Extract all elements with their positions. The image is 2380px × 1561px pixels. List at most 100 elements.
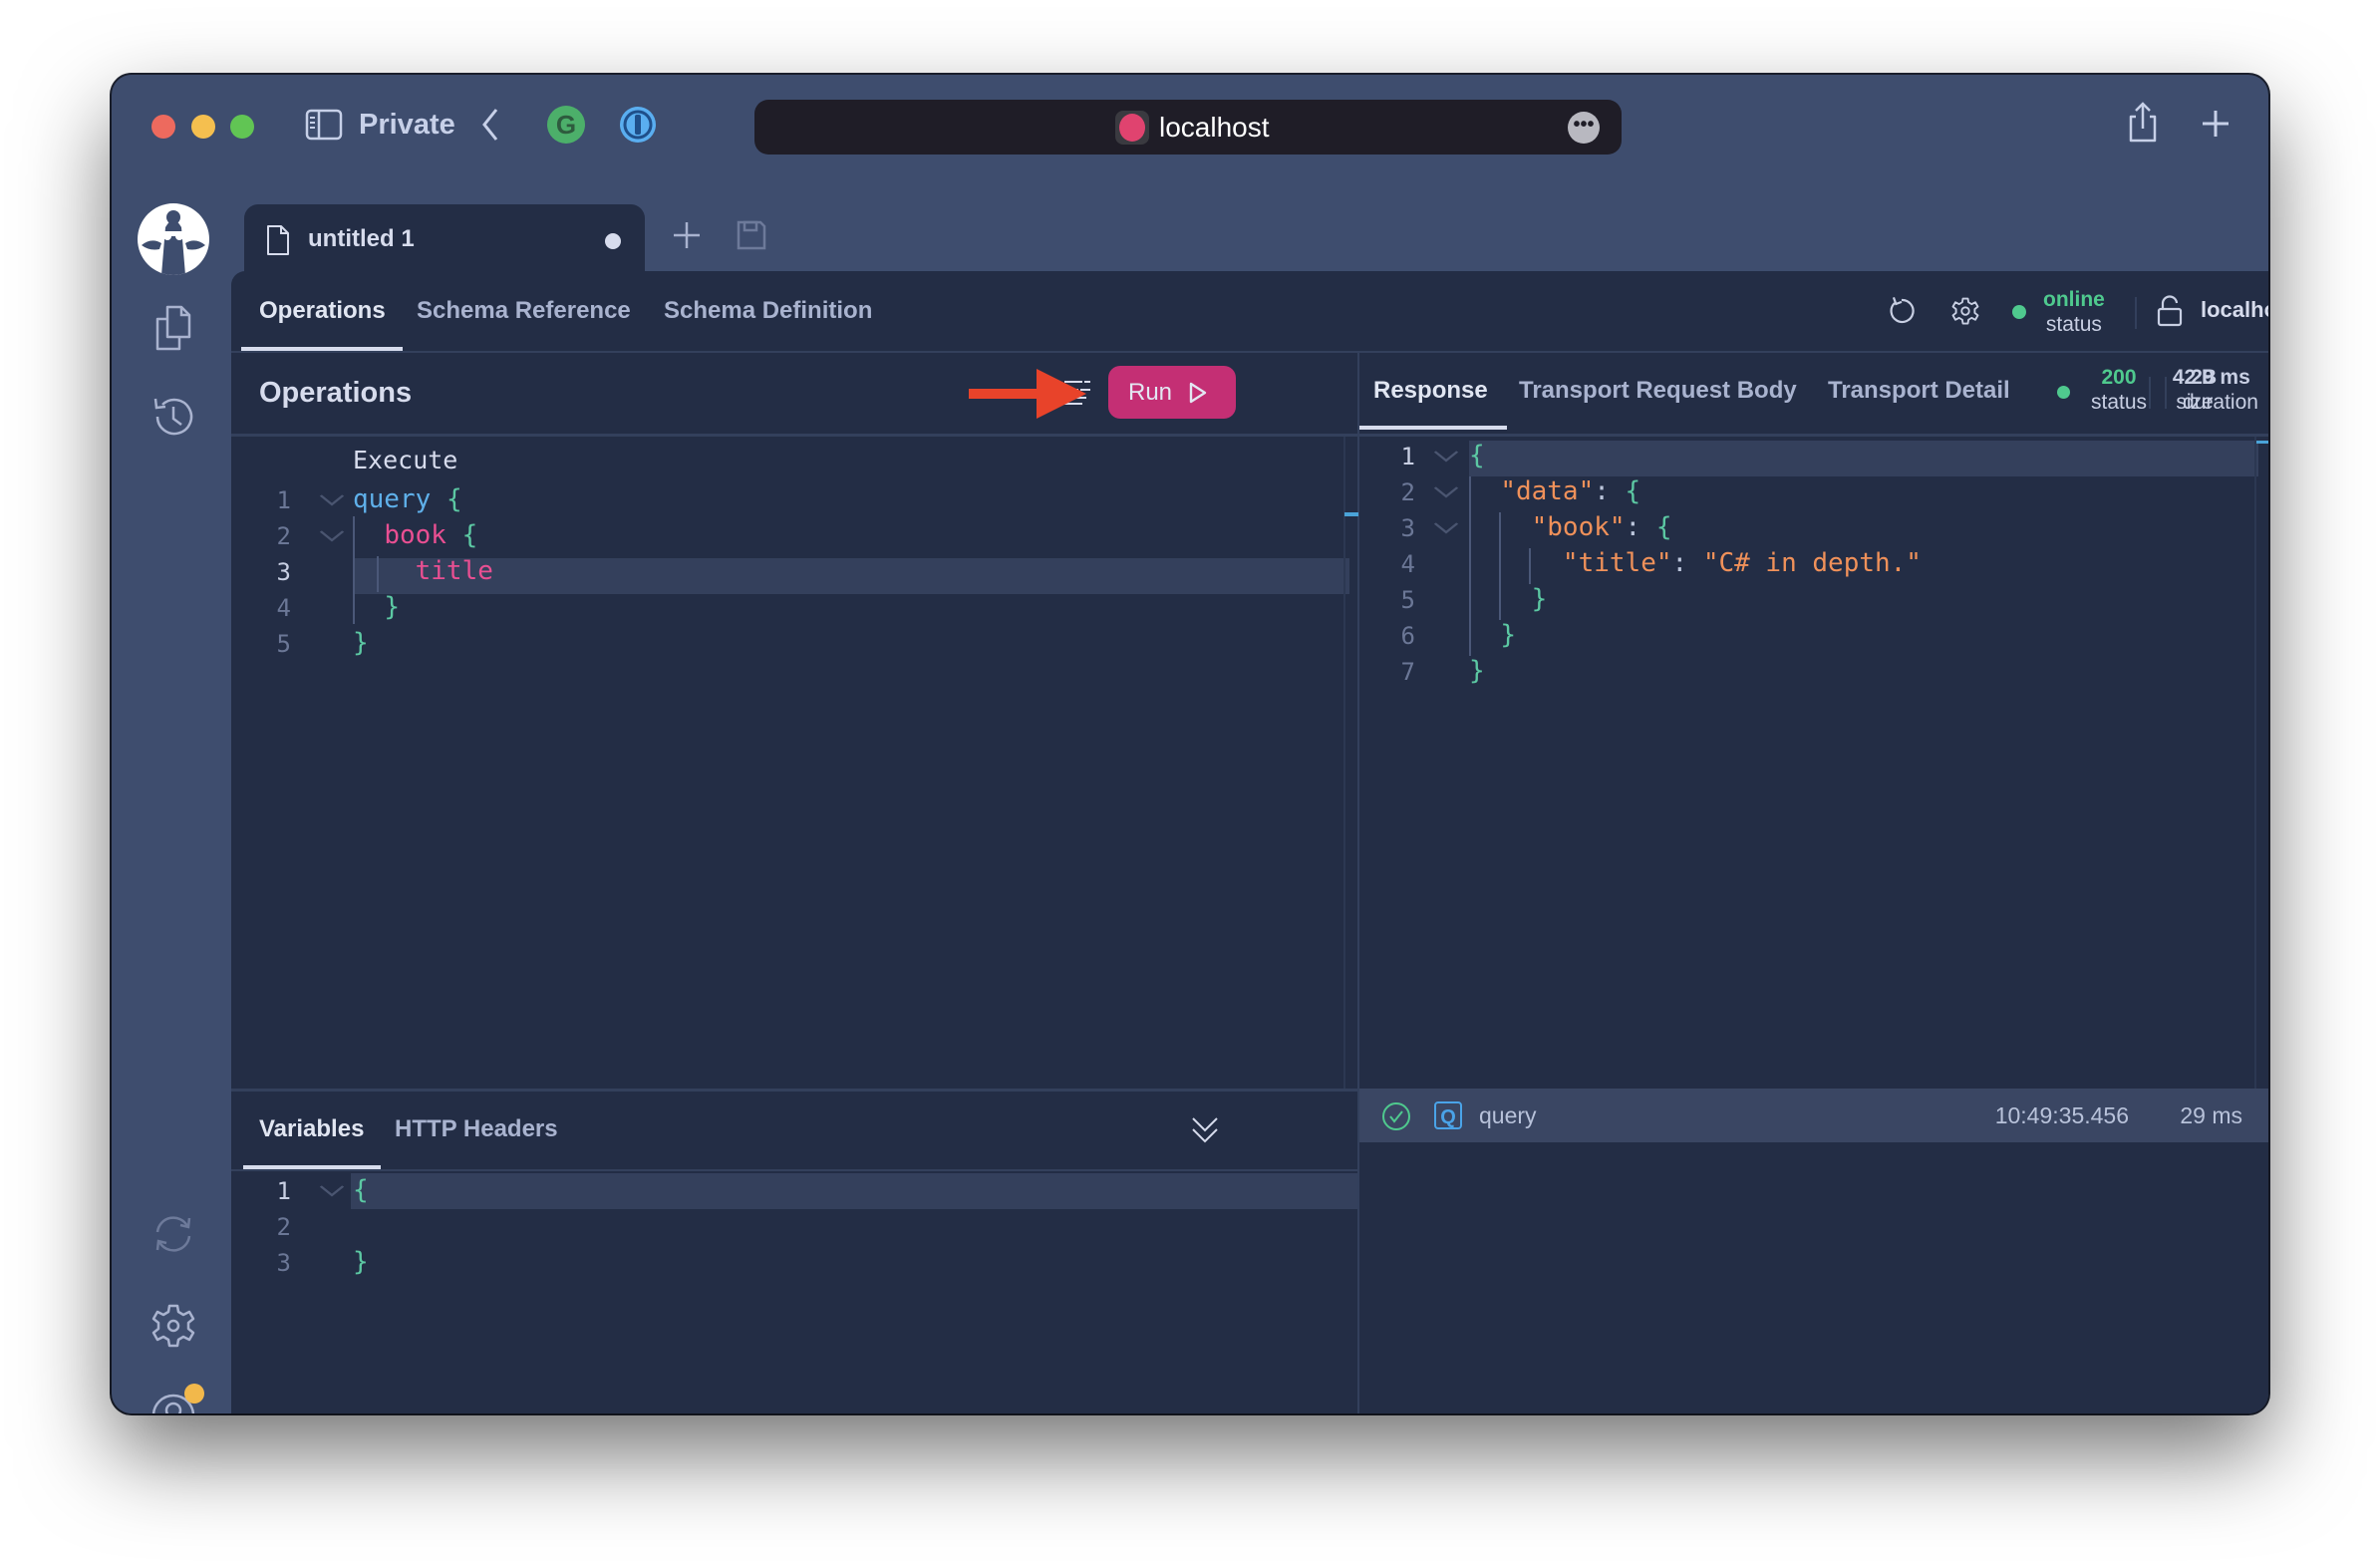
- code-line: book {: [384, 520, 478, 550]
- code-line: }: [353, 628, 369, 658]
- run-button[interactable]: Run: [1108, 366, 1236, 419]
- fold-chevron-icon[interactable]: [1433, 486, 1459, 498]
- line-number: 5: [1400, 586, 1415, 614]
- query-type-icon: Q: [1434, 1101, 1462, 1129]
- code-line: }: [1469, 656, 1485, 686]
- fold-chevron-icon[interactable]: [319, 1185, 345, 1197]
- grammarly-icon[interactable]: G: [546, 105, 586, 145]
- endpoint-url[interactable]: localhost:5000: [2201, 297, 2268, 323]
- address-bar[interactable]: localhost •••: [754, 100, 1622, 155]
- sidebar-toggle-icon[interactable]: [305, 109, 343, 141]
- line-number: 7: [1400, 658, 1415, 686]
- document-tab[interactable]: untitled 1: [244, 204, 645, 274]
- onepassword-icon[interactable]: [618, 105, 658, 145]
- history-icon[interactable]: [149, 393, 197, 441]
- response-status-dot: [2057, 386, 2070, 399]
- tab-schema-reference[interactable]: Schema Reference: [417, 297, 631, 325]
- minimap-track[interactable]: [1343, 437, 1345, 1089]
- code-line: {: [1469, 441, 1485, 470]
- success-check-icon: [1382, 1102, 1410, 1130]
- minimize-window-button[interactable]: [191, 115, 215, 139]
- tab-transport-detail[interactable]: Transport Detail: [1828, 377, 2010, 405]
- line-number: 5: [276, 630, 291, 658]
- connection-status-label: status: [2045, 313, 2102, 336]
- code-line: "book": {: [1531, 512, 1672, 542]
- app-logo-icon: [138, 203, 209, 275]
- history-operation-kind: query: [1479, 1102, 1537, 1128]
- minimap-track[interactable]: [2254, 437, 2256, 1089]
- annotation-arrow-icon: [969, 369, 1086, 419]
- line-number: 1: [276, 486, 291, 514]
- url-text: localhost: [1159, 112, 1270, 143]
- unsaved-indicator[interactable]: [605, 233, 621, 249]
- connection-settings-icon[interactable]: [1950, 295, 1980, 327]
- online-status-dot: [2012, 305, 2026, 319]
- line-number: 3: [276, 558, 291, 586]
- connection-status-value: online: [2043, 288, 2105, 311]
- operations-header: Operations Run: [231, 351, 1357, 437]
- line-number: 4: [1400, 550, 1415, 578]
- tab-response[interactable]: Response: [1373, 377, 1488, 405]
- new-tab-icon[interactable]: [2201, 109, 2231, 139]
- back-chevron-icon[interactable]: [480, 107, 500, 143]
- run-button-label: Run: [1128, 379, 1173, 406]
- collapse-panel-icon[interactable]: [1190, 1115, 1220, 1145]
- variables-editor[interactable]: 1 2 3 { }: [231, 1171, 1357, 1413]
- zoom-window-button[interactable]: [230, 115, 254, 139]
- code-line: "data": {: [1500, 476, 1641, 506]
- code-line: }: [1531, 584, 1548, 614]
- tab-operations[interactable]: Operations: [259, 297, 386, 325]
- tab-variables[interactable]: Variables: [259, 1115, 364, 1143]
- main-panel: Operations Schema Reference Schema Defin…: [231, 271, 2268, 1413]
- code-line: {: [353, 1175, 369, 1205]
- operations-editor[interactable]: Execute 1 2 3 4 5 query { book { title }…: [231, 437, 1358, 1089]
- code-line: query {: [353, 484, 462, 514]
- size-stat: 42 B size: [2155, 365, 2234, 415]
- refresh-schema-icon[interactable]: [1888, 295, 1918, 327]
- tab-transport-request-body[interactable]: Transport Request Body: [1519, 377, 1797, 405]
- code-line: "title": "C# in depth.": [1562, 548, 1922, 578]
- app-sidebar: [112, 189, 231, 1413]
- document-tab-title: untitled 1: [308, 225, 415, 252]
- history-duration: 29 ms: [2180, 1102, 2242, 1128]
- documents-icon[interactable]: [149, 303, 197, 351]
- fold-chevron-icon[interactable]: [319, 530, 345, 542]
- operations-title: Operations: [259, 377, 413, 409]
- minimap-cursor-marker: [2256, 441, 2268, 444]
- active-response-tab-indicator: [1359, 426, 1507, 430]
- code-line: }: [384, 592, 400, 622]
- connection-status: online status: [2043, 287, 2105, 337]
- code-line: }: [1500, 620, 1516, 650]
- response-history-item[interactable]: Q query 10:49:35.456 29 ms: [1359, 1089, 2268, 1142]
- close-window-button[interactable]: [151, 115, 175, 139]
- play-icon: [1189, 382, 1207, 404]
- line-number: 2: [276, 1213, 291, 1241]
- tab-schema-definition[interactable]: Schema Definition: [664, 297, 872, 325]
- notification-badge: [184, 1384, 204, 1404]
- status-code-value: 200: [2101, 366, 2137, 389]
- share-icon[interactable]: [2127, 101, 2159, 145]
- response-header: Response Transport Request Body Transpor…: [1359, 351, 2268, 437]
- add-document-icon[interactable]: [672, 220, 702, 250]
- current-line-highlight: [351, 1173, 1357, 1209]
- tab-http-headers[interactable]: HTTP Headers: [395, 1115, 558, 1143]
- svg-text:Q: Q: [1440, 1106, 1456, 1128]
- line-number: 6: [1400, 622, 1415, 650]
- execute-codelens[interactable]: Execute: [353, 446, 457, 474]
- fold-chevron-icon[interactable]: [1433, 451, 1459, 463]
- code-line: }: [353, 1247, 369, 1277]
- svg-text:G: G: [556, 110, 576, 140]
- variables-panel: Variables HTTP Headers 1 2 3 { }: [231, 1092, 1357, 1413]
- fold-chevron-icon[interactable]: [1433, 522, 1459, 534]
- unlocked-padlock-icon[interactable]: [2157, 295, 2183, 327]
- page-menu-button[interactable]: •••: [1568, 112, 1600, 144]
- settings-gear-icon[interactable]: [149, 1302, 197, 1350]
- sync-icon[interactable]: [149, 1210, 197, 1258]
- line-number: 3: [276, 1249, 291, 1277]
- line-number: 2: [276, 522, 291, 550]
- fold-chevron-icon[interactable]: [319, 494, 345, 506]
- save-document-icon[interactable]: [737, 220, 766, 250]
- code-line: title: [415, 556, 493, 586]
- response-viewer[interactable]: 1 2 3 4 5 6 7 { "data": { "book": { "tit…: [1359, 437, 2268, 1089]
- size-label: size: [2176, 391, 2214, 414]
